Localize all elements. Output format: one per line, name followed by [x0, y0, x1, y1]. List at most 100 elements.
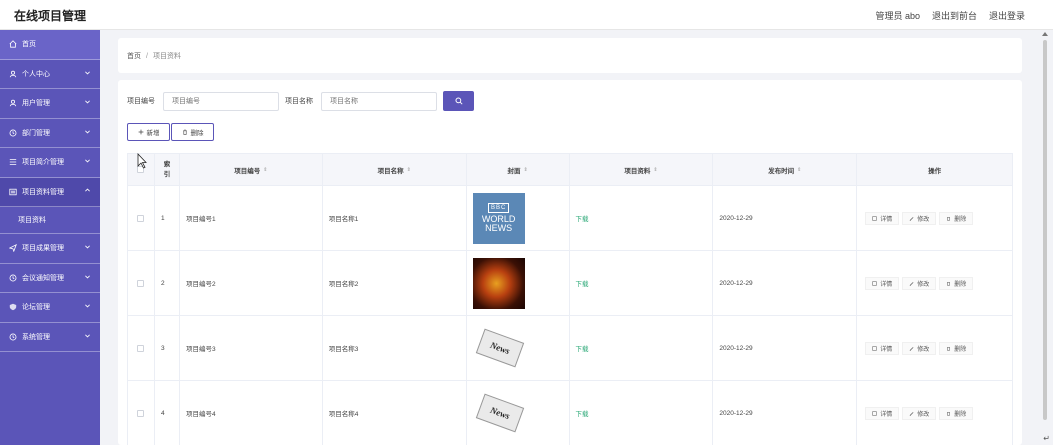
header-project-file[interactable]: 项目资料 ⇕ — [570, 154, 714, 185]
header-publish-time-label: 发布时间 — [768, 167, 795, 175]
header-project-file-label: 项目资料 — [624, 167, 651, 175]
download-link[interactable]: 下载 — [576, 408, 589, 418]
header-project-name[interactable]: 项目名称 ⇕ — [323, 154, 467, 185]
add-button-label: 新增 — [146, 130, 160, 137]
breadcrumb-home[interactable]: 首页 — [127, 53, 141, 60]
header-project-no-label: 项目编号 — [234, 167, 261, 175]
row-checkbox[interactable] — [137, 214, 145, 222]
row-file-cell: 下载 — [570, 251, 714, 315]
row-project-name: 项目名称3 — [323, 316, 467, 380]
action-buttons: 新增 删除 — [127, 123, 214, 141]
edit-button[interactable]: 修改 — [902, 341, 937, 355]
sidebar-item-project-results[interactable]: 项目成果管理 — [0, 234, 100, 264]
header-cover[interactable]: 封面 ⇕ — [467, 154, 570, 185]
shield-icon — [9, 303, 17, 311]
download-link[interactable]: 下载 — [576, 278, 589, 288]
table-row: 4 项目编号4 项目名称4 News 下载 2020-12-29 详情 修改 删… — [128, 381, 1012, 445]
sidebar-item-project-materials[interactable]: 项目资料管理 — [0, 177, 100, 207]
detail-button[interactable]: 详情 — [865, 276, 900, 290]
header-project-no[interactable]: 项目编号 ⇕ — [180, 154, 323, 185]
sort-icon: ⇕ — [653, 166, 658, 173]
front-link[interactable]: 退出到前台 — [932, 9, 977, 22]
send-icon — [9, 244, 17, 253]
project-no-label: 项目编号 — [127, 98, 155, 105]
sort-icon: ⇕ — [263, 166, 268, 173]
project-name-label: 项目名称 — [285, 98, 313, 105]
row-checkbox-cell — [128, 251, 155, 315]
sidebar-subitem-project-materials[interactable]: 项目资料 — [0, 207, 100, 234]
detail-button-label: 详情 — [880, 411, 893, 418]
delete-button[interactable]: 删除 — [171, 123, 214, 141]
row-project-no: 项目编号2 — [180, 251, 323, 315]
sidebar-item-forum[interactable]: 论坛管理 — [0, 293, 100, 323]
header-index-top: 索 — [163, 160, 171, 168]
detail-button[interactable]: 详情 — [865, 406, 900, 420]
cover-text-bbc: BBC — [487, 203, 510, 213]
detail-button-label: 详情 — [880, 346, 893, 353]
edit-button[interactable]: 修改 — [902, 406, 937, 420]
vertical-scrollbar[interactable] — [1040, 30, 1050, 430]
sidebar-item-system[interactable]: 系统管理 — [0, 323, 100, 352]
sidebar-item-home[interactable]: 首页 — [0, 30, 100, 60]
edit-icon — [909, 346, 914, 351]
search-row: 项目编号 项目名称 — [127, 91, 474, 111]
cover-image-newspaper: News — [473, 323, 525, 374]
row-delete-button[interactable]: 删除 — [939, 406, 974, 420]
detail-button[interactable]: 详情 — [865, 211, 900, 225]
header-index: 索引 — [155, 154, 180, 185]
cover-image-fire-photo — [472, 257, 525, 309]
admin-link[interactable]: 管理员 abo — [875, 9, 920, 22]
row-delete-button[interactable]: 删除 — [939, 276, 974, 290]
trash-icon — [947, 281, 951, 286]
row-delete-button[interactable]: 删除 — [939, 211, 974, 225]
detail-button[interactable]: 详情 — [865, 341, 900, 355]
row-publish-time: 2020-12-29 — [713, 186, 858, 250]
sidebar-item-label: 部门管理 — [22, 129, 50, 137]
add-button[interactable]: 新增 — [127, 123, 170, 141]
sidebar-item-label: 首页 — [22, 41, 36, 49]
row-project-no: 项目编号1 — [180, 186, 323, 250]
download-link[interactable]: 下载 — [576, 343, 589, 353]
resize-arrow-icon: ↵ — [1043, 434, 1050, 443]
trash-icon — [947, 411, 951, 416]
sidebar-item-departments[interactable]: 部门管理 — [0, 119, 100, 148]
project-no-input[interactable] — [163, 91, 279, 111]
edit-icon — [909, 281, 914, 286]
list-icon — [9, 188, 17, 196]
row-checkbox[interactable] — [137, 279, 145, 287]
cover-text-news: NEWS — [485, 223, 513, 233]
edit-button[interactable]: 修改 — [902, 211, 937, 225]
document-icon — [872, 215, 877, 221]
search-button[interactable] — [443, 91, 474, 111]
table-row: 2 项目编号2 项目名称2 下载 2020-12-29 详情 修改 删除 — [128, 251, 1012, 316]
sort-icon: ⇕ — [406, 166, 411, 173]
trash-icon — [947, 346, 951, 351]
row-index: 4 — [155, 381, 180, 445]
row-checkbox[interactable] — [137, 344, 145, 352]
delete-button-label: 删除 — [190, 130, 204, 137]
row-delete-button[interactable]: 删除 — [939, 341, 974, 355]
chevron-down-icon — [85, 159, 90, 163]
chevron-down-icon — [85, 245, 90, 249]
project-name-input[interactable] — [321, 91, 437, 111]
document-icon — [872, 410, 877, 416]
sidebar-item-label: 论坛管理 — [22, 304, 50, 312]
trash-icon — [182, 129, 187, 135]
top-bar: 在线项目管理 管理员 abo 退出到前台 退出登录 — [0, 0, 1053, 30]
edit-icon — [909, 216, 914, 221]
header-publish-time[interactable]: 发布时间 ⇕ — [713, 154, 858, 185]
sidebar-item-project-intro[interactable]: 项目简介管理 — [0, 148, 100, 178]
sidebar-item-profile[interactable]: 个人中心 — [0, 60, 100, 89]
download-link[interactable]: 下载 — [576, 213, 589, 223]
row-checkbox[interactable] — [137, 409, 145, 417]
header-project-name-label: 项目名称 — [377, 167, 404, 175]
row-delete-button-label: 删除 — [954, 281, 967, 288]
row-index: 2 — [155, 251, 180, 315]
edit-button[interactable]: 修改 — [902, 276, 937, 290]
logout-link[interactable]: 退出登录 — [989, 9, 1025, 22]
user-icon — [9, 70, 17, 78]
detail-button-label: 详情 — [880, 216, 893, 223]
chevron-down-icon — [85, 275, 90, 278]
sidebar-item-meeting-notices[interactable]: 会议通知管理 — [0, 264, 100, 293]
sidebar-item-users[interactable]: 用户管理 — [0, 89, 100, 119]
